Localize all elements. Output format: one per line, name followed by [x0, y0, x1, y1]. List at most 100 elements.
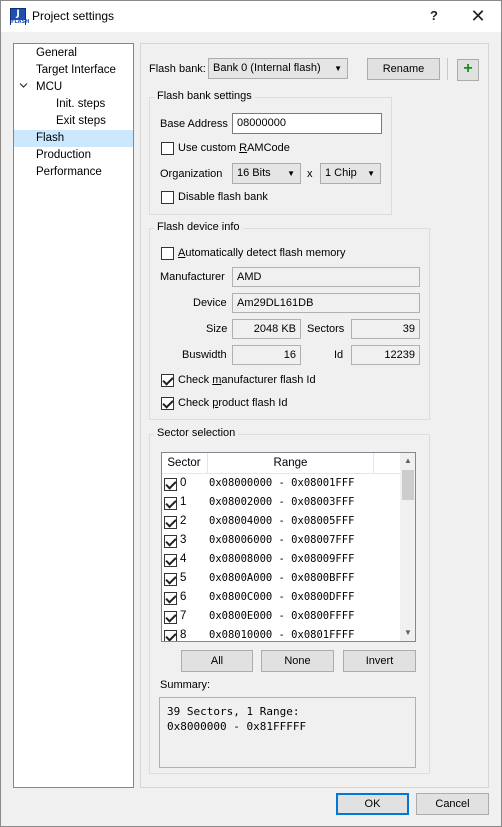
- project-settings-window: J FLASH Project settings ? ✕ General Tar…: [0, 0, 502, 827]
- tree-item-target-interface[interactable]: Target Interface: [36, 62, 116, 79]
- tree-item-flash[interactable]: Flash: [14, 130, 133, 147]
- summary-line-2: 0x8000000 - 0x81FFFFF: [167, 720, 307, 733]
- custom-ramcode-label[interactable]: Use custom RAMCode: [178, 142, 290, 154]
- size-field: 2048 KB: [232, 319, 301, 339]
- sector-row[interactable]: 1 0x08002000 - 0x08003FFF: [162, 494, 400, 513]
- dropdown-arrow-icon: ▼: [334, 64, 342, 73]
- sector-list[interactable]: Sector Range 0 0x08000000 - 0x08001FFF 1 0x…: [161, 452, 416, 642]
- sector-range: 0x0800E000 - 0x0800FFFF: [209, 610, 355, 622]
- sector-list-header: Sector Range: [162, 453, 400, 474]
- base-address-input[interactable]: 08000000: [232, 113, 382, 134]
- scrollbar-thumb[interactable]: [402, 470, 414, 500]
- sector-row[interactable]: 3 0x08006000 - 0x08007FFF: [162, 532, 400, 551]
- group-title-device-info: Flash device info: [154, 221, 243, 233]
- select-all-button[interactable]: All: [181, 650, 253, 672]
- sector-row[interactable]: 0 0x08000000 - 0x08001FFF: [162, 475, 400, 494]
- settings-nav-tree[interactable]: General Target Interface MCU Init. steps…: [13, 43, 134, 788]
- add-bank-button[interactable]: +: [457, 59, 479, 81]
- manufacturer-field: AMD: [232, 267, 420, 287]
- check-manufacturer-label[interactable]: Check manufacturer flash Id: [178, 374, 316, 386]
- sector-number: 8: [180, 629, 187, 641]
- flash-bank-select[interactable]: Bank 0 (Internal flash) ▼: [208, 58, 348, 79]
- sector-checkbox[interactable]: [164, 592, 177, 605]
- scroll-down-arrow-icon[interactable]: ▼: [400, 625, 415, 641]
- tree-item-init-steps[interactable]: Init. steps: [56, 96, 105, 113]
- tree-item-exit-steps[interactable]: Exit steps: [56, 113, 106, 130]
- manufacturer-label: Manufacturer: [160, 271, 225, 283]
- flash-bank-settings-group: Flash bank settings Base Address 0800000…: [149, 90, 392, 215]
- sector-checkbox[interactable]: [164, 554, 177, 567]
- ok-button[interactable]: OK: [336, 793, 409, 815]
- title-bar[interactable]: J FLASH Project settings ? ✕: [1, 1, 501, 32]
- column-header-sector[interactable]: Sector: [162, 453, 206, 474]
- tree-item-performance[interactable]: Performance: [36, 164, 102, 181]
- sector-row[interactable]: 2 0x08004000 - 0x08005FFF: [162, 513, 400, 532]
- sector-number: 3: [180, 534, 187, 546]
- base-address-label: Base Address: [160, 118, 228, 130]
- auto-detect-checkbox[interactable]: [161, 247, 174, 260]
- sector-number: 6: [180, 591, 187, 603]
- device-field: Am29DL161DB: [232, 293, 420, 313]
- plus-icon: +: [463, 60, 473, 77]
- sector-checkbox[interactable]: [164, 611, 177, 624]
- tree-item-mcu[interactable]: MCU: [14, 79, 133, 96]
- flash-settings-panel: Flash bank: Bank 0 (Internal flash) ▼ Re…: [140, 43, 489, 788]
- sector-range: 0x08000000 - 0x08001FFF: [209, 477, 355, 489]
- sectors-field: 39: [351, 319, 420, 339]
- select-none-button[interactable]: None: [261, 650, 334, 672]
- flash-device-info-group: Flash device info Automatically detect f…: [149, 221, 430, 420]
- sector-row[interactable]: 6 0x0800C000 - 0x0800DFFF: [162, 589, 400, 608]
- id-field: 12239: [351, 345, 420, 365]
- cancel-button[interactable]: Cancel: [416, 793, 489, 815]
- dropdown-arrow-icon: ▼: [367, 169, 375, 178]
- sector-range: 0x08004000 - 0x08005FFF: [209, 515, 355, 527]
- tree-item-production[interactable]: Production: [36, 147, 91, 164]
- organization-chips-select[interactable]: 1 Chip ▼: [320, 163, 381, 184]
- disable-flash-bank-label[interactable]: Disable flash bank: [178, 191, 268, 203]
- sector-number: 0: [180, 477, 187, 489]
- chevron-down-icon[interactable]: [19, 79, 28, 96]
- disable-flash-bank-checkbox[interactable]: [161, 191, 174, 204]
- check-manufacturer-checkbox[interactable]: [161, 374, 174, 387]
- auto-detect-label[interactable]: Automatically detect flash memory: [178, 247, 346, 259]
- tree-item-general[interactable]: General: [36, 45, 77, 62]
- check-product-checkbox[interactable]: [161, 397, 174, 410]
- sector-checkbox[interactable]: [164, 497, 177, 510]
- id-label: Id: [334, 349, 344, 361]
- invert-selection-button[interactable]: Invert: [343, 650, 416, 672]
- jflash-app-icon: J FLASH: [10, 8, 30, 25]
- dropdown-arrow-icon: ▼: [287, 169, 295, 178]
- column-separator: [373, 453, 374, 474]
- summary-label: Summary:: [160, 679, 211, 691]
- sector-checkbox[interactable]: [164, 573, 177, 586]
- summary-line-1: 39 Sectors, 1 Range:: [167, 705, 300, 718]
- flash-bank-label: Flash bank:: [149, 63, 206, 75]
- rename-button[interactable]: Rename: [367, 58, 440, 80]
- sector-checkbox[interactable]: [164, 478, 177, 491]
- column-header-range[interactable]: Range: [208, 453, 373, 474]
- sector-checkbox[interactable]: [164, 630, 177, 641]
- sector-row[interactable]: 4 0x08008000 - 0x08009FFF: [162, 551, 400, 570]
- check-product-label[interactable]: Check product flash Id: [178, 397, 287, 409]
- custom-ramcode-checkbox[interactable]: [161, 142, 174, 155]
- help-button[interactable]: ?: [422, 5, 446, 27]
- sector-list-scrollbar[interactable]: ▲ ▼: [400, 453, 415, 641]
- scroll-up-arrow-icon[interactable]: ▲: [400, 453, 415, 469]
- sector-row[interactable]: 7 0x0800E000 - 0x0800FFFF: [162, 608, 400, 627]
- sector-range: 0x0800C000 - 0x0800DFFF: [209, 591, 355, 603]
- close-button[interactable]: ✕: [466, 5, 490, 27]
- group-title-sector-selection: Sector selection: [154, 427, 239, 439]
- device-label: Device: [193, 297, 227, 309]
- buswidth-label: Buswidth: [182, 349, 227, 361]
- buswidth-field: 16: [232, 345, 301, 365]
- sector-row[interactable]: 5 0x0800A000 - 0x0800BFFF: [162, 570, 400, 589]
- window-title: Project settings: [32, 9, 115, 23]
- sector-range: 0x0800A000 - 0x0800BFFF: [209, 572, 355, 584]
- summary-box: 39 Sectors, 1 Range: 0x8000000 - 0x81FFF…: [159, 697, 416, 768]
- sector-range: 0x08010000 - 0x0801FFFF: [209, 629, 355, 641]
- sector-row[interactable]: 8 0x08010000 - 0x0801FFFF: [162, 627, 400, 641]
- sector-checkbox[interactable]: [164, 535, 177, 548]
- sector-checkbox[interactable]: [164, 516, 177, 529]
- organization-bits-select[interactable]: 16 Bits ▼: [232, 163, 301, 184]
- organization-label: Organization: [160, 168, 223, 180]
